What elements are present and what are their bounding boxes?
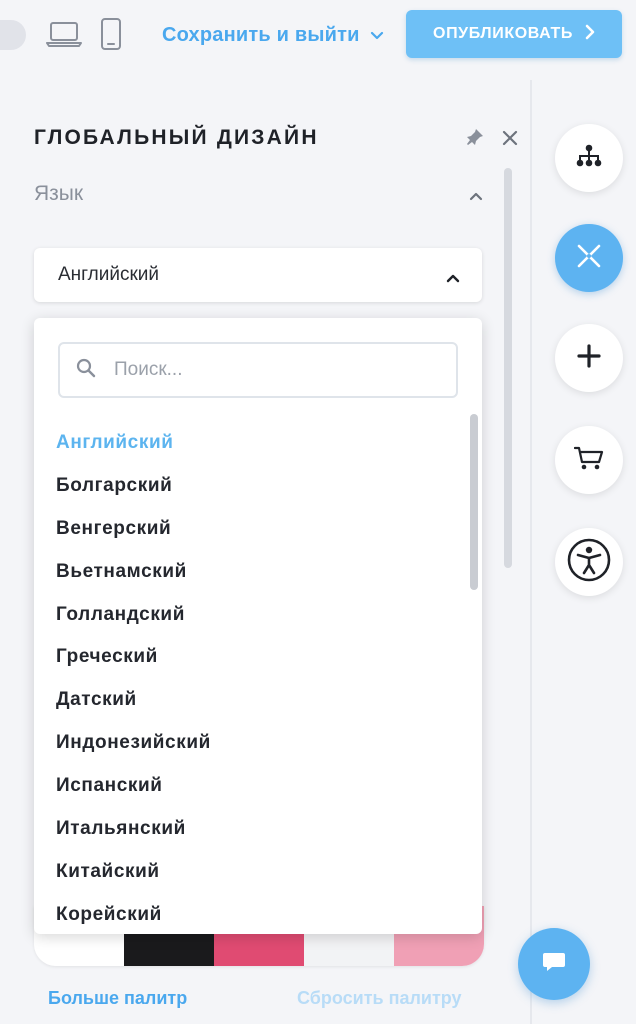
accessibility-icon: [566, 537, 612, 588]
language-option[interactable]: Индонезийский: [56, 722, 211, 765]
global-design-panel: ГЛОБАЛЬНЫЙ ДИЗАЙН Язык Английский Поиск.…: [4, 80, 530, 1024]
language-option[interactable]: Болгарский: [56, 465, 211, 508]
pin-icon[interactable]: [466, 128, 484, 151]
panel-title: ГЛОБАЛЬНЫЙ ДИЗАЙН: [34, 126, 319, 149]
chevron-right-icon: [585, 24, 595, 45]
plus-icon: [577, 343, 601, 373]
language-dropdown: АнглийскийБолгарскийВенгерскийВьетнамски…: [34, 318, 482, 934]
search-field[interactable]: [58, 342, 458, 398]
section-title-language: Язык: [34, 182, 84, 205]
language-list: Английский Болгарский Венгерский Вьетнамски…: [56, 422, 211, 934]
search-input[interactable]: [114, 359, 414, 381]
accessibility-button[interactable]: [555, 528, 623, 596]
publish-label: ОПУБЛИКОВАТЬ: [433, 25, 573, 42]
toggle-switch[interactable]: [0, 20, 26, 50]
close-icon[interactable]: [502, 130, 518, 151]
dropdown-scrollbar[interactable]: [470, 414, 478, 590]
more-palettes-link[interactable]: Больше палитр: [48, 988, 187, 1009]
mobile-phone-icon[interactable]: [100, 18, 122, 55]
chevron-up-icon: [446, 267, 460, 289]
language-option[interactable]: Английский: [56, 422, 211, 465]
language-option[interactable]: Корейский: [56, 894, 211, 934]
chevron-down-icon: [370, 24, 384, 47]
language-option[interactable]: Вьетнамский: [56, 551, 211, 594]
language-select[interactable]: Английский: [34, 248, 482, 302]
top-bar: Сохранить и выйти ОПУБЛИКОВАТЬ: [0, 0, 636, 70]
sitemap-button[interactable]: [555, 124, 623, 192]
language-option[interactable]: Греческий: [56, 636, 211, 679]
cart-icon: [573, 445, 604, 476]
chat-bubble-icon: [541, 950, 567, 979]
laptop-icon[interactable]: [46, 20, 82, 53]
language-option[interactable]: Итальянский: [56, 808, 211, 851]
reset-palette-link[interactable]: Сбросить палитру: [297, 988, 462, 1009]
language-option[interactable]: Датский: [56, 679, 211, 722]
chevron-up-icon[interactable]: [469, 188, 483, 206]
language-option[interactable]: Голландский: [56, 594, 211, 637]
save-exit-label: Сохранить и выйти: [162, 23, 360, 46]
publish-button[interactable]: ОПУБЛИКОВАТЬ: [406, 10, 622, 58]
add-button[interactable]: [555, 324, 623, 392]
close-x-icon: [576, 243, 602, 274]
save-exit-menu[interactable]: Сохранить и выйти: [162, 22, 384, 48]
language-option[interactable]: Китайский: [56, 851, 211, 894]
store-button[interactable]: [555, 426, 623, 494]
language-select-value: Английский: [58, 264, 160, 285]
language-option[interactable]: Испанский: [56, 765, 211, 808]
search-icon: [76, 358, 96, 383]
close-design-button[interactable]: [555, 224, 623, 292]
rail-divider: [530, 80, 532, 1024]
sitemap-icon: [575, 144, 603, 173]
language-option[interactable]: Венгерский: [56, 508, 211, 551]
panel-scrollbar[interactable]: [504, 168, 512, 568]
chat-button[interactable]: [518, 928, 590, 1000]
